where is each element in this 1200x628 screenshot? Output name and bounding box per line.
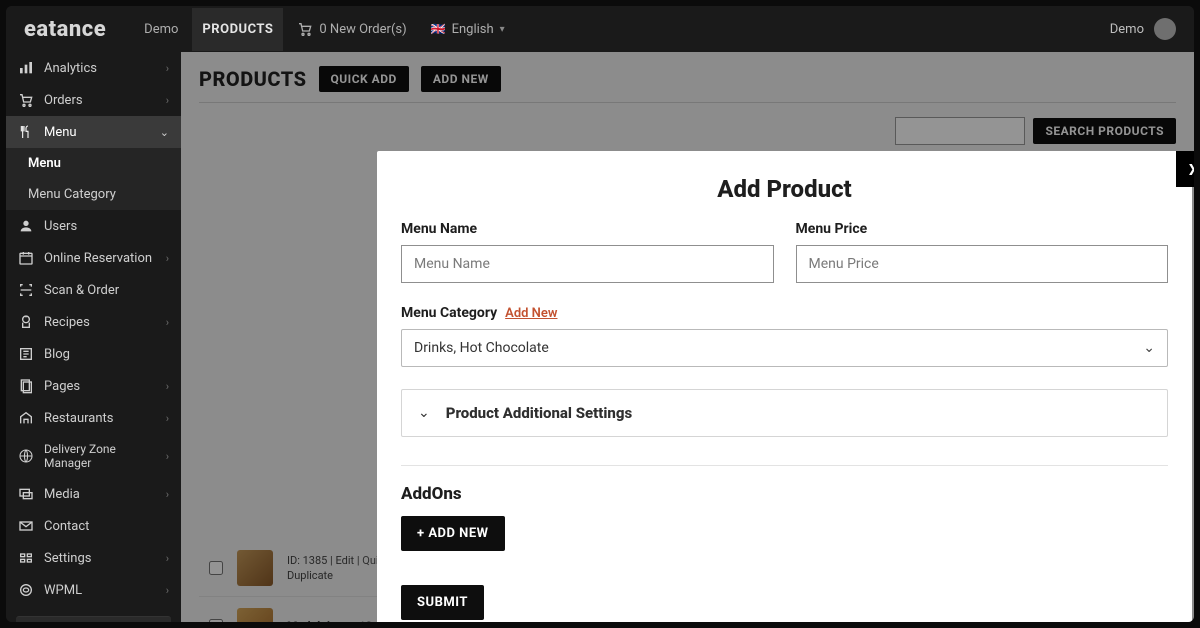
sidebar-item-menu[interactable]: Menu ⌄ — [6, 116, 181, 148]
sidebar-item-contact[interactable]: Contact — [6, 510, 181, 542]
chevron-right-icon: › — [166, 316, 169, 329]
chevron-right-icon: › — [166, 62, 169, 75]
chevron-down-icon: ⌄ — [418, 405, 430, 421]
sidebar-item-wpml[interactable]: WPML › — [6, 574, 181, 606]
sidebar-item-label: Blog — [44, 347, 169, 362]
add-new-category-link[interactable]: Add New — [505, 306, 557, 321]
sidebar-item-label: Media — [44, 487, 156, 502]
topbar: eatance Demo PRODUCTS 0 New Order(s) 🇬🇧 … — [6, 6, 1194, 52]
top-link-orders[interactable]: 0 New Order(s) — [287, 7, 416, 51]
sidebar-item-orders[interactable]: Orders › — [6, 84, 181, 116]
menu-category-select[interactable]: Drinks, Hot Chocolate ⌄ — [401, 329, 1168, 367]
sidebar-sub-menu-category[interactable]: Menu Category — [6, 179, 181, 210]
chevron-right-icon: › — [166, 412, 169, 425]
settings-icon — [18, 550, 34, 566]
addons-heading: AddOns — [401, 484, 1168, 504]
chevron-right-icon: › — [166, 584, 169, 597]
sidebar-item-label: Analytics — [44, 61, 156, 76]
sidebar-item-analytics[interactable]: Analytics › — [6, 52, 181, 84]
media-icon — [18, 486, 34, 502]
chevron-down-icon: ⌄ — [1143, 340, 1155, 356]
chevron-right-icon: › — [166, 380, 169, 393]
menu-price-label: Menu Price — [796, 221, 1169, 237]
sidebar-item-settings[interactable]: Settings › — [6, 542, 181, 574]
sidebar-item-label: Restaurants — [44, 411, 156, 426]
blog-icon — [18, 346, 34, 362]
sidebar-sub-menu[interactable]: Menu — [6, 148, 181, 179]
collapse-menu[interactable]: COLLAPSE MENU — [16, 616, 171, 622]
top-user[interactable]: Demo — [1110, 22, 1144, 37]
analytics-icon — [18, 60, 34, 76]
cart-icon — [297, 21, 313, 37]
globe-icon — [18, 448, 34, 464]
menu-icon — [18, 124, 34, 140]
submit-button[interactable]: SUBMIT — [401, 585, 484, 620]
sidebar-item-recipes[interactable]: Recipes › — [6, 306, 181, 338]
modal-title: Add Product — [377, 151, 1192, 221]
menu-name-label: Menu Name — [401, 221, 774, 237]
sidebar-item-label: Pages — [44, 379, 156, 394]
restaurants-icon — [18, 410, 34, 426]
sidebar-item-delivery-zone[interactable]: Delivery Zone Manager › — [6, 434, 181, 478]
menu-price-input[interactable] — [796, 245, 1169, 283]
sidebar-item-label: Online Reservation — [44, 251, 156, 266]
main-content: PRODUCTS QUICK ADD ADD NEW SEARCH PRODUC… — [181, 52, 1194, 622]
pages-icon — [18, 378, 34, 394]
wpml-icon — [18, 582, 34, 598]
sidebar-item-restaurants[interactable]: Restaurants › — [6, 402, 181, 434]
mail-icon — [18, 518, 34, 534]
menu-name-input[interactable] — [401, 245, 774, 283]
chevron-right-icon: › — [166, 552, 169, 565]
chevron-right-icon: › — [166, 450, 169, 463]
sidebar-item-online-reservation[interactable]: Online Reservation › — [6, 242, 181, 274]
calendar-icon — [18, 250, 34, 266]
chevron-right-icon: › — [166, 252, 169, 265]
accordion-title: Product Additional Settings — [446, 404, 632, 422]
select-value: Drinks, Hot Chocolate — [414, 340, 549, 356]
sidebar-item-label: Scan & Order — [44, 283, 169, 298]
menu-category-label: Menu Category — [401, 305, 497, 321]
scan-icon — [18, 282, 34, 298]
sidebar-item-label: WPML — [44, 583, 156, 598]
sidebar-item-label: Menu — [44, 125, 150, 140]
modal-close-button[interactable]: X — [1176, 151, 1194, 187]
flag-icon: 🇬🇧 — [431, 22, 446, 36]
sidebar: Analytics › Orders › Menu ⌄ Menu Menu Ca… — [6, 52, 181, 622]
divider — [401, 465, 1168, 466]
top-link-demo[interactable]: Demo — [134, 8, 188, 51]
top-link-products[interactable]: PRODUCTS — [192, 8, 283, 51]
top-link-lang[interactable]: 🇬🇧 English ▾ — [421, 8, 515, 51]
sidebar-item-label: Recipes — [44, 315, 156, 330]
additional-settings-accordion[interactable]: ⌄ Product Additional Settings — [401, 389, 1168, 437]
sidebar-item-label: Delivery Zone Manager — [44, 442, 156, 470]
top-orders-text: 0 New Order(s) — [319, 22, 406, 37]
chevron-right-icon: › — [166, 94, 169, 107]
sidebar-item-label: Settings — [44, 551, 156, 566]
avatar[interactable] — [1154, 18, 1176, 40]
sidebar-item-label: Contact — [44, 519, 169, 534]
recipes-icon — [18, 314, 34, 330]
addon-add-new-button[interactable]: + ADD NEW — [401, 516, 505, 551]
top-lang-text: English — [452, 22, 494, 37]
add-product-modal: X Add Product Menu Name Menu Price — [377, 151, 1192, 622]
brand-logo: eatance — [24, 17, 106, 42]
dropdown-icon: ▾ — [500, 24, 505, 35]
users-icon — [18, 218, 34, 234]
sidebar-item-label: Orders — [44, 93, 156, 108]
sidebar-item-pages[interactable]: Pages › — [6, 370, 181, 402]
chevron-right-icon: › — [166, 488, 169, 501]
cart-icon — [18, 92, 34, 108]
sidebar-item-media[interactable]: Media › — [6, 478, 181, 510]
sidebar-item-blog[interactable]: Blog — [6, 338, 181, 370]
chevron-down-icon: ⌄ — [160, 126, 169, 139]
sidebar-item-scan-order[interactable]: Scan & Order — [6, 274, 181, 306]
sidebar-item-label: Users — [44, 219, 169, 234]
sidebar-item-users[interactable]: Users — [6, 210, 181, 242]
